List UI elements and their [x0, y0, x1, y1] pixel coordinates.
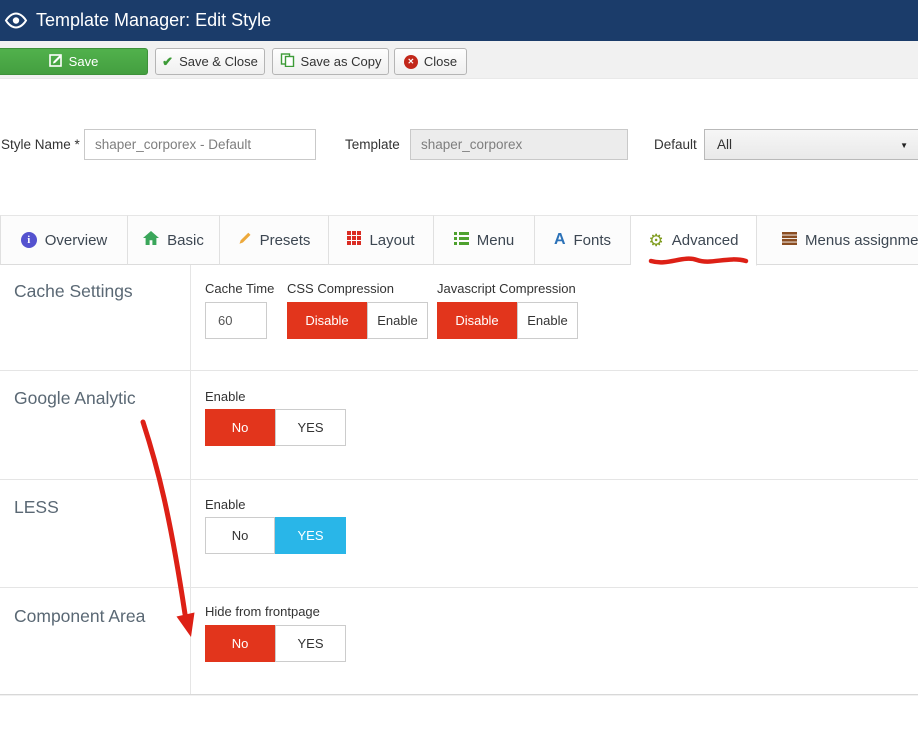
tab-presets[interactable]: Presets [220, 215, 329, 265]
close-button[interactable]: Close [394, 48, 467, 75]
section-divider [0, 587, 918, 588]
js-compression-toggle: Disable Enable [437, 302, 578, 339]
ga-enable-label: Enable [205, 389, 245, 404]
grid-icon [347, 231, 361, 249]
save-edit-icon [49, 53, 63, 70]
javascript-compression-label: Javascript Compression [437, 281, 576, 296]
section-title-cache-settings: Cache Settings [14, 281, 133, 302]
section-divider [0, 479, 918, 480]
default-select[interactable]: All ▼ [704, 129, 918, 160]
check-icon [162, 54, 173, 70]
style-name-input[interactable] [84, 129, 316, 160]
js-disable-option[interactable]: Disable [437, 302, 517, 339]
chevron-down-icon: ▼ [900, 141, 908, 150]
cache-time-input[interactable] [205, 302, 267, 339]
home-icon [143, 231, 159, 249]
copy-icon [280, 53, 295, 70]
less-yes-option[interactable]: YES [275, 517, 346, 554]
hide-from-frontpage-label: Hide from frontpage [205, 604, 320, 619]
tab-layout[interactable]: Layout [329, 215, 434, 265]
annotation-arrow-line [143, 422, 185, 614]
save-as-copy-button[interactable]: Save as Copy [272, 48, 389, 75]
content-bottom-border [0, 694, 918, 695]
style-name-label: Style Name * [1, 137, 80, 152]
section-title-component-area: Component Area [14, 606, 145, 627]
list-icon [454, 232, 469, 249]
page-title: Template Manager: Edit Style [36, 0, 271, 41]
js-enable-option[interactable]: Enable [517, 302, 578, 339]
ga-yes-option[interactable]: YES [275, 409, 346, 446]
annotation-arrow-head [177, 613, 195, 638]
tab-basic[interactable]: Basic [128, 215, 220, 265]
less-enable-toggle: No YES [205, 517, 346, 554]
info-icon [21, 232, 37, 248]
tab-overview[interactable]: Overview [0, 215, 128, 265]
component-yes-option[interactable]: YES [275, 625, 346, 662]
default-label: Default [654, 137, 697, 152]
component-toggle: No YES [205, 625, 346, 662]
tab-fonts[interactable]: A Fonts [535, 215, 631, 265]
gear-icon [649, 232, 664, 250]
section-title-less: LESS [14, 497, 59, 518]
tab-advanced[interactable]: Advanced [631, 215, 757, 266]
tab-bar: Overview Basic Presets Layout [0, 215, 918, 266]
template-input [410, 129, 628, 160]
save-and-close-button[interactable]: Save & Close [155, 48, 265, 75]
less-enable-label: Enable [205, 497, 245, 512]
list-icon [782, 232, 797, 249]
cache-time-label: Cache Time [205, 281, 274, 296]
ga-enable-toggle: No YES [205, 409, 346, 446]
ga-no-option[interactable]: No [205, 409, 275, 446]
font-icon: A [554, 232, 566, 248]
tab-menus-assignment[interactable]: Menus assignment [757, 215, 918, 265]
section-title-google-analytic: Google Analytic [14, 388, 136, 409]
annotation-overlay [0, 0, 918, 752]
css-enable-option[interactable]: Enable [367, 302, 428, 339]
component-no-option[interactable]: No [205, 625, 275, 662]
toolbar: Save Save & Close Save as Copy Close [0, 41, 918, 79]
template-manager-page: Template Manager: Edit Style Save Save &… [0, 0, 918, 752]
app-header: Template Manager: Edit Style [0, 0, 918, 41]
css-compression-label: CSS Compression [287, 281, 394, 296]
css-compression-toggle: Disable Enable [287, 302, 428, 339]
tab-menu[interactable]: Menu [434, 215, 535, 265]
css-disable-option[interactable]: Disable [287, 302, 367, 339]
section-divider [0, 370, 918, 371]
close-circle-icon [404, 55, 418, 69]
eye-icon [4, 12, 28, 34]
template-label: Template [345, 137, 400, 152]
pencil-icon [238, 231, 252, 249]
less-no-option[interactable]: No [205, 517, 275, 554]
save-button[interactable]: Save [0, 48, 148, 75]
